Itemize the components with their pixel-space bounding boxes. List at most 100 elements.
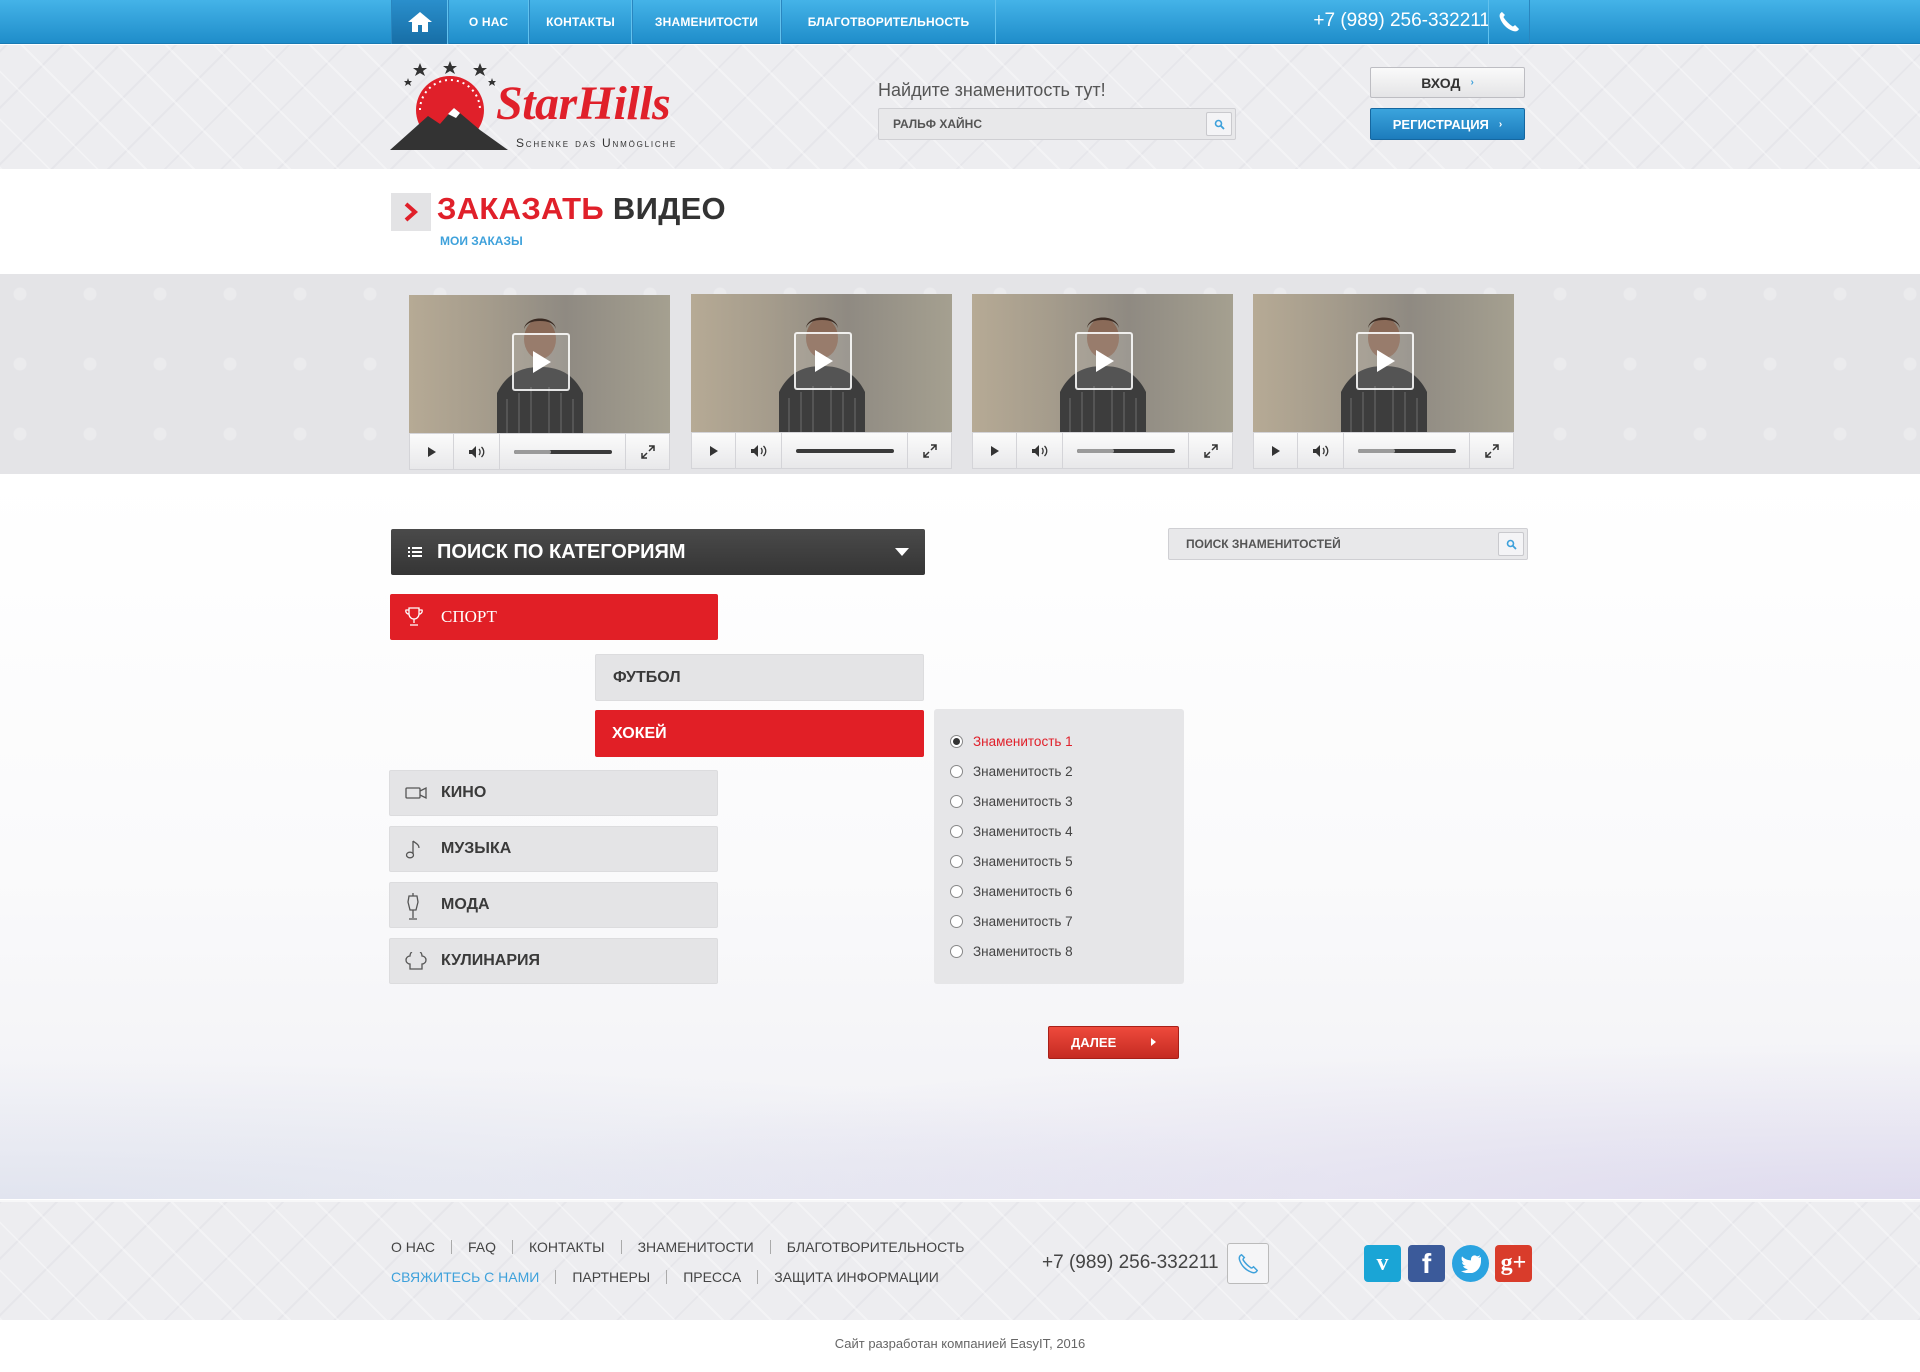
footer-link[interactable]: О НАС	[391, 1240, 451, 1254]
category-cooking[interactable]: КУЛИНАРИЯ	[389, 938, 718, 984]
radio-button[interactable]	[950, 944, 963, 958]
footer-link[interactable]: КОНТАКТЫ	[512, 1240, 621, 1254]
seek-bar[interactable]	[514, 450, 612, 454]
page-title-order: ЗАКАЗАТЬ	[437, 191, 604, 226]
header-search-input[interactable]: РАЛЬФ ХАЙНС	[878, 108, 1236, 140]
fullscreen-button[interactable]	[907, 433, 951, 468]
music-note-icon	[405, 840, 420, 859]
play-overlay-button[interactable]	[794, 332, 852, 390]
radio-button[interactable]	[950, 914, 963, 928]
play-icon	[709, 445, 718, 456]
category-fashion[interactable]: МОДА	[389, 882, 718, 928]
seek-bar-buffered	[514, 450, 552, 454]
nav-celebrities[interactable]: ЗНАМЕНИТОСТИ	[632, 0, 781, 44]
footer-link[interactable]: ЗНАМЕНИТОСТИ	[620, 1240, 770, 1254]
my-orders-link[interactable]: МОИ ЗАКАЗЫ	[440, 234, 523, 248]
mannequin-icon	[407, 893, 419, 920]
register-button[interactable]: РЕГИСТРАЦИЯ ›	[1370, 108, 1525, 140]
category-music[interactable]: МУЗЫКА	[389, 826, 718, 872]
seek-bar[interactable]	[1077, 449, 1175, 453]
video-thumbnail[interactable]	[691, 294, 952, 432]
footer-link[interactable]: ЗАЩИТА ИНФОРМАЦИИ	[757, 1270, 955, 1284]
celebrity-search-input[interactable]: ПОИСК ЗНАМЕНИТОСТЕЙ	[1168, 528, 1528, 560]
volume-button[interactable]	[454, 434, 500, 469]
category-search-header[interactable]: ПОИСК ПО КАТЕГОРИЯМ	[391, 529, 925, 575]
play-overlay-button[interactable]	[512, 333, 570, 391]
category-header-label: ПОИСК ПО КАТЕГОРИЯМ	[437, 540, 686, 563]
video-thumbnail[interactable]	[972, 294, 1233, 432]
video-player[interactable]	[1253, 294, 1514, 471]
celebrity-label: Знаменитость 6	[973, 883, 1073, 899]
celebrity-option[interactable]: Знаменитость 7	[934, 906, 1184, 936]
play-icon	[990, 445, 999, 456]
footer-link[interactable]: ПАРТНЕРЫ	[555, 1270, 666, 1284]
list-icon	[408, 547, 422, 557]
footer-link[interactable]: ПРЕССА	[666, 1270, 757, 1284]
arrow-right-icon	[1151, 1038, 1156, 1046]
nav-charity[interactable]: БЛАГОТВОРИТЕЛЬНОСТЬ	[781, 0, 996, 44]
category-sport[interactable]: СПОРТ	[390, 594, 718, 640]
celebrity-option[interactable]: Знаменитость 3	[934, 786, 1184, 816]
play-button[interactable]	[692, 433, 736, 468]
vimeo-icon[interactable]: v	[1364, 1245, 1401, 1282]
footer-nav-row-1: О НАС FAQ КОНТАКТЫ ЗНАМЕНИТОСТИ БЛАГОТВО…	[391, 1240, 981, 1254]
seek-bar[interactable]	[796, 449, 894, 453]
video-player[interactable]	[972, 294, 1233, 471]
radio-button[interactable]	[950, 764, 963, 778]
radio-button[interactable]	[950, 854, 963, 868]
celebrity-option[interactable]: Знаменитость 4	[934, 816, 1184, 846]
radio-dot	[953, 737, 960, 745]
logo[interactable]: StarHills Schenke das Unmögliche	[390, 58, 720, 153]
celebrity-search-button[interactable]	[1498, 532, 1524, 556]
celebrity-option[interactable]: Знаменитость 5	[934, 846, 1184, 876]
volume-button[interactable]	[1298, 433, 1344, 468]
play-button[interactable]	[973, 433, 1017, 468]
play-overlay-button[interactable]	[1075, 332, 1133, 390]
facebook-icon[interactable]: f	[1408, 1245, 1445, 1282]
celebrity-option[interactable]: Знаменитость 6	[934, 876, 1184, 906]
play-button[interactable]	[1254, 433, 1298, 468]
subcategory-hockey[interactable]: ХОКЕЙ	[595, 710, 924, 757]
call-button[interactable]	[1488, 0, 1530, 44]
header-search-button[interactable]	[1206, 112, 1232, 136]
fullscreen-button[interactable]	[1188, 433, 1232, 468]
subcategory-football[interactable]: ФУТБОЛ	[595, 654, 924, 701]
celebrity-option[interactable]: Знаменитость 1	[934, 726, 1184, 756]
video-thumbnail[interactable]	[1253, 294, 1514, 432]
footer-link[interactable]: БЛАГОТВОРИТЕЛЬНОСТЬ	[769, 1240, 981, 1254]
phone-icon	[1238, 1253, 1259, 1273]
volume-button[interactable]	[736, 433, 782, 468]
footer-phone-number: +7 (989) 256-332211	[1042, 1252, 1219, 1273]
chevron-right-icon: ›	[1470, 77, 1474, 88]
fullscreen-button[interactable]	[1469, 433, 1513, 468]
google-plus-icon[interactable]: g+	[1495, 1245, 1532, 1282]
video-player[interactable]	[409, 295, 670, 472]
next-button[interactable]: ДАЛЕЕ	[1048, 1026, 1179, 1059]
home-button[interactable]	[391, 0, 448, 44]
seek-bar[interactable]	[1358, 449, 1456, 453]
celebrity-option[interactable]: Знаменитость 8	[934, 936, 1184, 966]
twitter-icon[interactable]	[1452, 1245, 1489, 1282]
play-button[interactable]	[410, 434, 454, 469]
footer-call-button[interactable]	[1227, 1243, 1269, 1284]
radio-button[interactable]	[950, 884, 963, 898]
play-overlay-button[interactable]	[1356, 332, 1414, 390]
footer-link[interactable]: FAQ	[451, 1240, 512, 1254]
login-button[interactable]: ВХОД ›	[1370, 67, 1525, 98]
celebrity-option[interactable]: Знаменитость 2	[934, 756, 1184, 786]
trophy-icon	[405, 607, 423, 626]
radio-button[interactable]	[950, 734, 963, 748]
footer-link-contact-us[interactable]: СВЯЖИТЕСЬ С НАМИ	[391, 1270, 555, 1284]
nav-about[interactable]: О НАС	[448, 0, 529, 44]
celebrity-label: Знаменитость 2	[973, 763, 1073, 779]
video-thumbnail[interactable]	[409, 295, 670, 433]
video-player[interactable]	[691, 294, 952, 471]
radio-button[interactable]	[950, 794, 963, 808]
play-icon	[1271, 445, 1280, 456]
volume-button[interactable]	[1017, 433, 1063, 468]
category-label: МОДА	[441, 896, 490, 913]
nav-contacts[interactable]: КОНТАКТЫ	[529, 0, 632, 44]
radio-button[interactable]	[950, 824, 963, 838]
category-cinema[interactable]: КИНО	[389, 770, 718, 816]
fullscreen-button[interactable]	[625, 434, 669, 469]
